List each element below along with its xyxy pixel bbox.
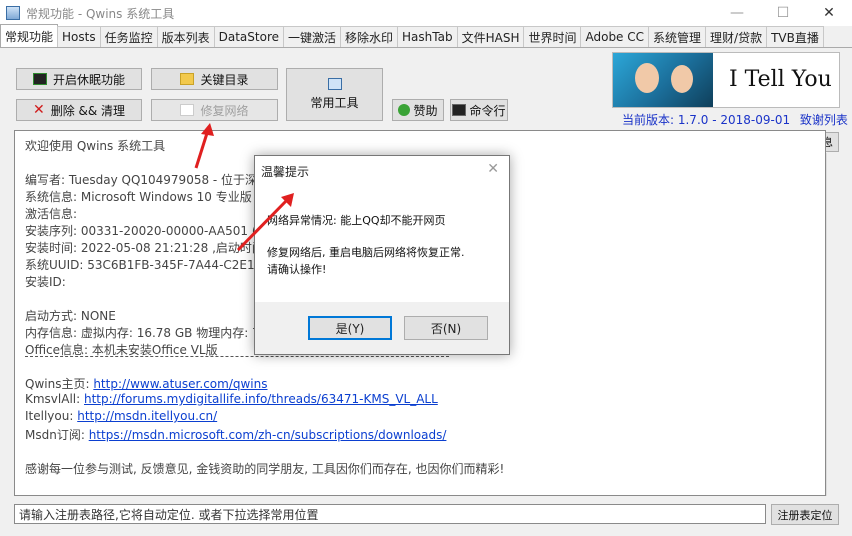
command-line-button[interactable]: 命令行 (450, 99, 508, 121)
app-icon (6, 6, 20, 20)
dialog-close-icon[interactable]: ✕ (487, 161, 499, 177)
link-label: Msdn订阅: (25, 428, 85, 442)
window-controls: — ☐ ✕ (714, 0, 852, 26)
cmd-icon (452, 104, 467, 116)
tab-hashtab[interactable]: HashTab (397, 26, 458, 47)
memory-line: 内存信息: 虚拟内存: 16.78 GB 物理内存: 7.7 (25, 326, 272, 340)
dialog-no-button[interactable]: 否(N) (404, 316, 488, 340)
install-time-line: 安装时间: 2022-05-08 21:21:28 ,启动时间: 20 (25, 241, 288, 255)
version-text: 当前版本: 1.7.0 - 2018-09-01 (622, 113, 791, 127)
sponsor-button[interactable]: 赞助 (392, 99, 444, 121)
activation-line: 激活信息: (25, 207, 78, 221)
key-directory-button[interactable]: 关键目录 (151, 68, 278, 90)
coins-icon (398, 104, 411, 116)
separator (25, 356, 449, 357)
msdn-subscription-link[interactable]: https://msdn.microsoft.com/zh-cn/subscri… (89, 428, 447, 442)
delete-clean-label: 删除 && 清理 (50, 103, 126, 118)
link-label: Itellyou: (25, 409, 74, 423)
itellyou-link[interactable]: http://msdn.itellyou.cn/ (77, 409, 217, 423)
registry-path-input[interactable]: 请输入注册表路径,它将自动定位. 或者下拉选择常用位置 (14, 504, 766, 524)
common-tools-button[interactable]: 常用工具 (286, 68, 383, 121)
tab-adobe-cc[interactable]: Adobe CC (580, 26, 650, 47)
tools-icon (327, 78, 342, 90)
delete-clean-button[interactable]: ✕ 删除 && 清理 (16, 99, 142, 121)
title-bar: 常规功能 - Qwins 系统工具 — ☐ ✕ (0, 0, 852, 26)
tab-tvb-live[interactable]: TVB直播 (766, 26, 824, 47)
tab-strip: 常规功能 Hosts 任务监控 版本列表 DataStore 一键激活 移除水印… (0, 24, 852, 48)
welcome-text: 欢迎使用 Qwins 系统工具 (25, 139, 166, 153)
link-row-kmsvlall: KmsvlAll: http://forums.mydigitallife.in… (25, 392, 438, 406)
warning-dialog: 温馨提示 ✕ 网络异常情况: 能上QQ却不能开网页 修复网络后, 重启电脑后网络… (254, 155, 510, 355)
itellyou-banner[interactable]: I Tell You (612, 52, 840, 108)
network-icon (180, 104, 195, 116)
tab-system-management[interactable]: 系统管理 (648, 26, 707, 47)
tab-datastore[interactable]: DataStore (213, 26, 284, 47)
qwins-homepage-link[interactable]: http://www.atuser.com/qwins (93, 377, 267, 391)
link-row-qwins: Qwins主页: http://www.atuser.com/qwins (25, 375, 268, 392)
banner-brand: I Tell You (729, 67, 832, 92)
thanks-text: 感谢每一位参与测试, 反馈意见, 金钱资助的同学朋友, 工具因你们而存在, 也因… (25, 462, 505, 476)
delete-x-icon: ✕ (32, 102, 45, 118)
link-row-itellyou: Itellyou: http://msdn.itellyou.cn/ (25, 409, 217, 423)
tab-task-monitor[interactable]: 任务监控 (99, 26, 158, 47)
sleep-button-label: 开启休眠功能 (52, 72, 125, 87)
link-row-msdn: Msdn订阅: https://msdn.microsoft.com/zh-cn… (25, 426, 446, 443)
thanks-list-link[interactable]: 致谢列表 (800, 113, 848, 127)
tab-remove-watermark[interactable]: 移除水印 (340, 26, 399, 47)
banner-photo (613, 53, 713, 107)
link-label: Qwins主页: (25, 377, 90, 391)
dialog-yes-button[interactable]: 是(Y) (308, 316, 392, 340)
boot-mode-line: 启动方式: NONE (25, 309, 116, 323)
install-id-line: 安装ID: (25, 275, 66, 289)
repair-network-label: 修复网络 (200, 103, 249, 118)
maximize-button[interactable]: ☐ (760, 0, 806, 26)
close-button[interactable]: ✕ (806, 0, 852, 26)
tab-finance-loan[interactable]: 理财/贷款 (705, 26, 768, 47)
folder-icon (180, 73, 195, 85)
terminal-icon (32, 73, 47, 85)
sponsor-label: 赞助 (413, 103, 438, 118)
window-title: 常规功能 - Qwins 系统工具 (26, 6, 175, 21)
tab-hosts[interactable]: Hosts (57, 26, 101, 47)
tab-file-hash[interactable]: 文件HASH (456, 26, 525, 47)
minimize-button[interactable]: — (714, 0, 760, 26)
tab-version-list[interactable]: 版本列表 (156, 26, 215, 47)
link-label: KmsvlAll: (25, 392, 81, 406)
version-info: 当前版本: 1.7.0 - 2018-09-01 致谢列表 (622, 111, 848, 128)
dialog-title: 温馨提示 (261, 165, 310, 179)
dialog-line-2: 修复网络后, 重启电脑后网络将恢复正常. (267, 246, 465, 259)
system-line: 系统信息: Microsoft Windows 10 专业版 1904 (25, 190, 287, 204)
common-tools-label: 常用工具 (310, 96, 359, 110)
tab-general[interactable]: 常规功能 (0, 24, 59, 47)
registry-locate-button[interactable]: 注册表定位 (771, 504, 839, 525)
author-line: 编写者: Tuesday QQ104979058 - 位于深圳南 (25, 173, 282, 187)
tab-one-click-activate[interactable]: 一键激活 (283, 26, 342, 47)
dialog-line-3: 请确认操作! (267, 263, 327, 276)
kmsvlall-link[interactable]: http://forums.mydigitallife.info/threads… (84, 392, 438, 406)
repair-network-button[interactable]: 修复网络 (151, 99, 278, 121)
sleep-button[interactable]: 开启休眠功能 (16, 68, 142, 90)
tab-world-time[interactable]: 世界时间 (523, 26, 582, 47)
command-line-label: 命令行 (469, 103, 506, 118)
dialog-line-1: 网络异常情况: 能上QQ却不能开网页 (267, 214, 446, 227)
key-directory-label: 关键目录 (200, 72, 249, 87)
info-scrollbar[interactable] (826, 153, 840, 496)
